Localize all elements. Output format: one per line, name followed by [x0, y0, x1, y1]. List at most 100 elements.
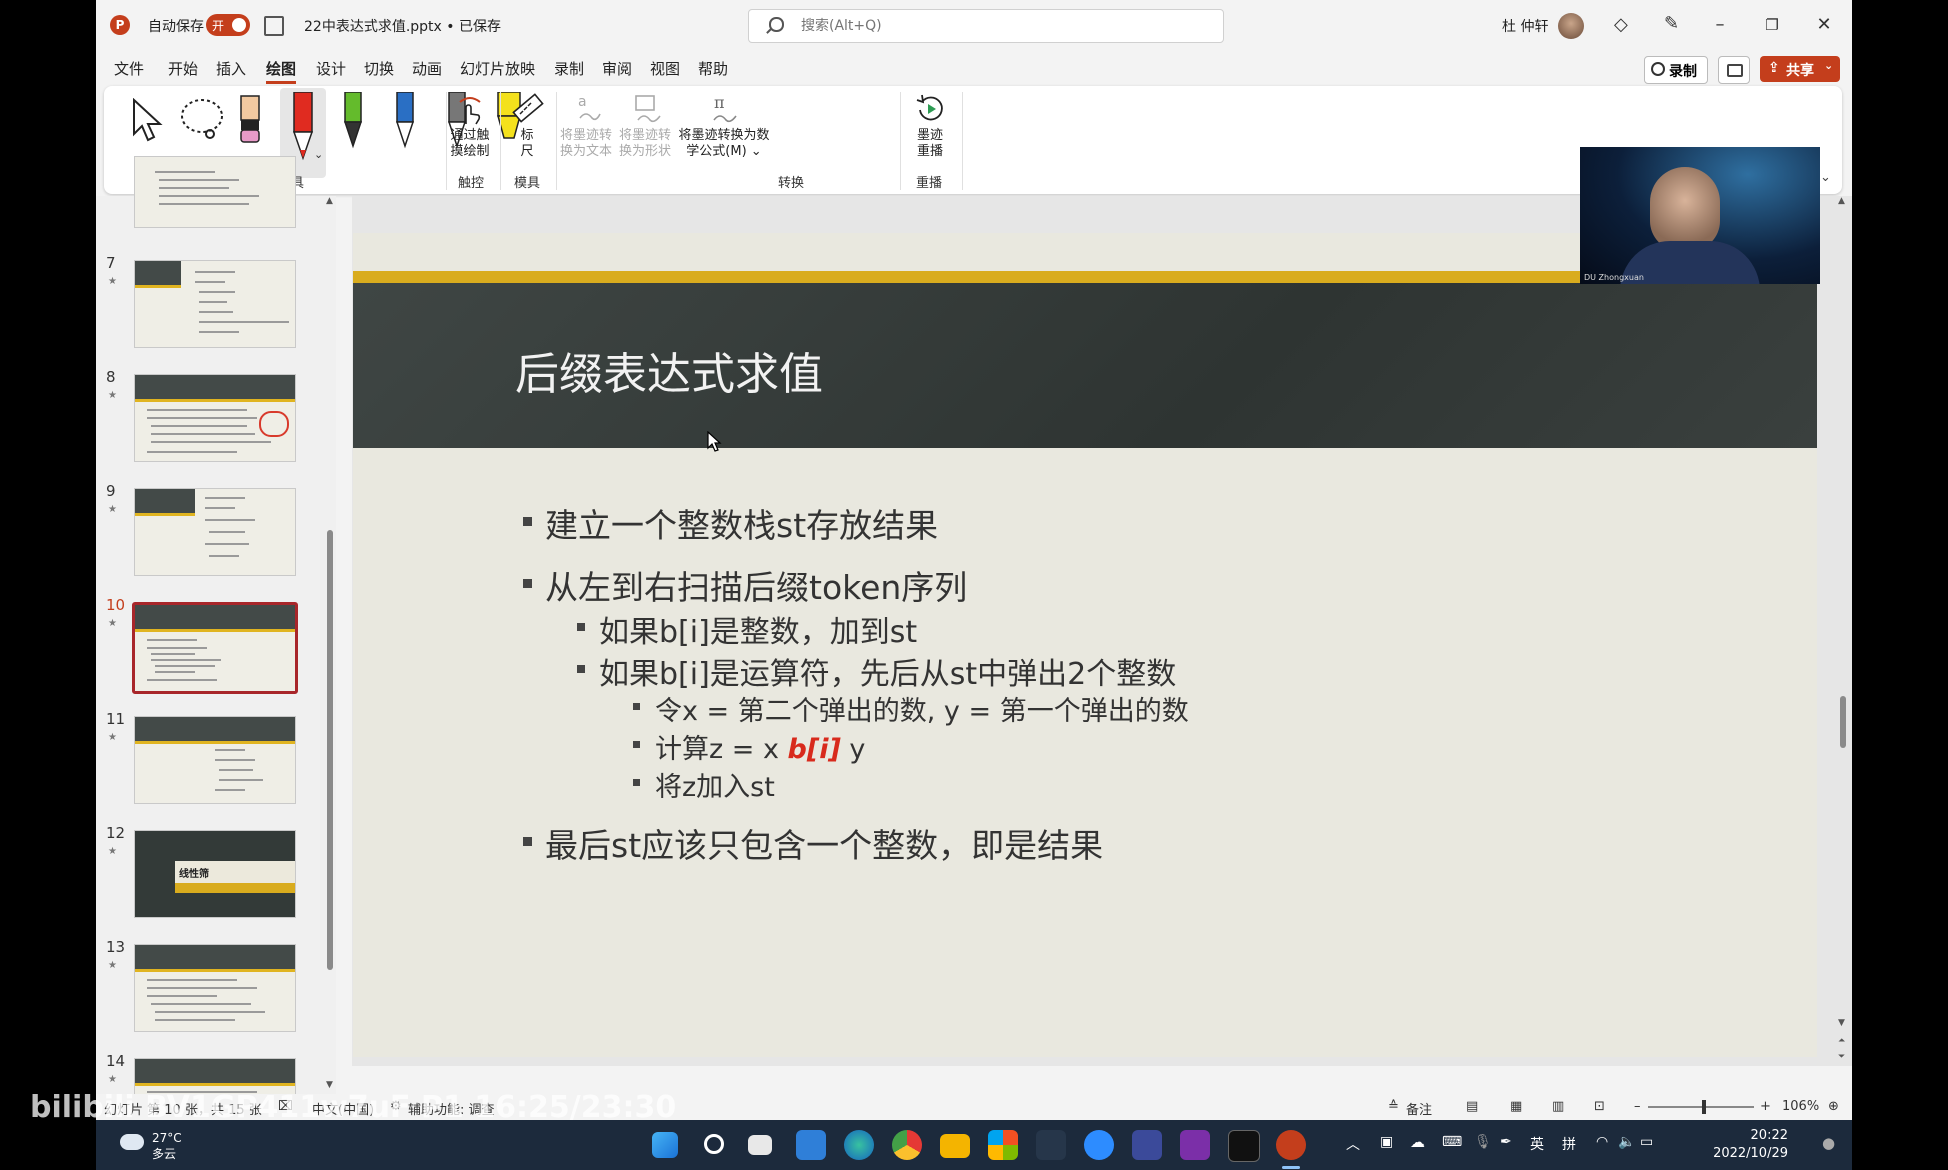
onedrive-icon[interactable]: ☁ [1410, 1133, 1425, 1151]
ink-to-math-button[interactable]: 将墨迹转换为数 学公式(M) ⌄ [674, 128, 774, 160]
notes-button[interactable]: 备注 [1406, 1099, 1432, 1118]
search-icon[interactable] [700, 1130, 730, 1160]
slide-thumbnail-7[interactable] [134, 260, 296, 348]
close-button[interactable]: ✕ [1804, 8, 1844, 42]
scroll-thumb[interactable] [327, 530, 333, 970]
scroll-thumb[interactable] [1840, 696, 1846, 748]
pen-icon[interactable]: ✎ [1664, 13, 1679, 34]
tray-app-icon[interactable]: ▣ [1380, 1134, 1393, 1150]
menu-help[interactable]: 帮助 [698, 58, 728, 79]
wifi-icon[interactable]: ◠ [1596, 1134, 1608, 1150]
comment-button[interactable] [1718, 56, 1750, 84]
ruler-button[interactable]: 标 尺 [512, 128, 542, 160]
pen-red-icon[interactable] [290, 92, 316, 164]
menu-view[interactable]: 视图 [650, 58, 680, 79]
start-icon[interactable] [652, 1132, 678, 1158]
pen-green-icon[interactable] [340, 92, 366, 154]
select-arrow-icon[interactable] [130, 98, 166, 142]
app-icon[interactable] [1036, 1130, 1066, 1160]
current-slide[interactable]: 后缀表达式求值 建立一个整数栈st存放结果 从左到右扫描后缀token序列 如果… [353, 233, 1817, 1057]
zoom-slider-thumb[interactable] [1702, 1100, 1706, 1114]
avatar[interactable] [1558, 13, 1584, 39]
slide-thumbnail-12[interactable]: 线性筛 [134, 830, 296, 918]
bullet-1[interactable]: 建立一个整数栈st存放结果 [523, 499, 938, 547]
slide-thumbnail-11[interactable] [134, 716, 296, 804]
onenote-icon[interactable] [1180, 1130, 1210, 1160]
save-icon[interactable] [264, 16, 284, 36]
menu-insert[interactable]: 插入 [216, 58, 246, 79]
ime-mode[interactable]: 拼 [1562, 1134, 1576, 1154]
minimize-button[interactable]: – [1700, 8, 1740, 42]
menu-design[interactable]: 设计 [316, 58, 346, 79]
search-input[interactable] [799, 16, 1183, 36]
zoom-level[interactable]: 106% [1782, 1099, 1819, 1114]
slide-title[interactable]: 后缀表达式求值 [515, 338, 823, 402]
slideshow-view-icon[interactable]: ⊡ [1594, 1099, 1605, 1114]
record-button[interactable]: 录制 [1644, 56, 1708, 84]
scroll-down-icon[interactable]: ▼ [326, 1080, 333, 1090]
ime-language[interactable]: 英 [1530, 1134, 1544, 1154]
diamond-icon[interactable]: ◇ [1614, 14, 1628, 35]
ink-replay-button[interactable]: 墨迹 重播 [910, 128, 950, 160]
reading-view-icon[interactable]: ▥ [1552, 1099, 1564, 1114]
slide-sorter-icon[interactable]: ▦ [1510, 1099, 1522, 1114]
menu-home[interactable]: 开始 [168, 58, 198, 79]
bullet-2-1[interactable]: 如果b[i]是整数，加到st [577, 607, 917, 651]
menu-record[interactable]: 录制 [554, 58, 584, 79]
eraser-icon[interactable] [238, 94, 262, 146]
menu-transitions[interactable]: 切换 [364, 58, 394, 79]
chevron-down-icon[interactable]: ⌄ [314, 148, 323, 161]
scroll-up-icon[interactable]: ▲ [1838, 196, 1845, 206]
edge-icon[interactable] [844, 1130, 874, 1160]
ink-replay-icon[interactable] [914, 92, 948, 126]
file-title[interactable]: 22中表达式求值.pptx • 已保存 [304, 16, 501, 36]
next-slide-icon[interactable]: ⏷ [1838, 1052, 1845, 1062]
chevron-down-icon[interactable]: ⌄ [488, 14, 498, 28]
scroll-down-icon[interactable]: ▼ [1838, 1018, 1845, 1028]
clock[interactable]: 20:22 2022/10/29 [1713, 1127, 1788, 1163]
thumbnail-scrollbar[interactable]: ▲ ▼ [324, 196, 336, 1096]
search-box[interactable] [748, 9, 1224, 43]
slide-scrollbar[interactable]: ▲ ▼ ⏶ ⏷ [1836, 196, 1850, 1076]
slide-thumbnail-9[interactable] [134, 488, 296, 576]
normal-view-icon[interactable]: ▤ [1466, 1099, 1478, 1114]
zoom-slider[interactable] [1648, 1100, 1754, 1114]
slide-thumbnail-8[interactable] [134, 374, 296, 462]
zoom-icon[interactable] [1084, 1130, 1114, 1160]
bullet-2-2[interactable]: 如果b[i]是运算符，先后从st中弹出2个整数 [577, 649, 1176, 693]
chrome-icon[interactable] [892, 1130, 922, 1160]
scroll-up-icon[interactable]: ▲ [326, 196, 333, 206]
menu-draw[interactable]: 绘图 [266, 58, 297, 84]
ink-to-math-icon[interactable]: π [708, 92, 742, 126]
share-button[interactable]: ⇪ 共享 ⌄ [1760, 56, 1840, 82]
terminal-icon[interactable] [1228, 1130, 1260, 1162]
powerpoint-taskbar-icon[interactable] [1276, 1130, 1306, 1160]
touch-draw-button[interactable]: 通过触 摸绘制 [448, 128, 492, 160]
file-explorer-icon[interactable] [940, 1134, 970, 1158]
restore-button[interactable]: ❐ [1752, 8, 1792, 42]
touch-draw-icon[interactable] [454, 94, 486, 126]
lasso-select-icon[interactable] [176, 96, 230, 144]
bullet-2[interactable]: 从左到右扫描后缀token序列 [523, 561, 967, 609]
store-icon[interactable] [988, 1130, 1018, 1160]
previous-slide-icon[interactable]: ⏶ [1838, 1036, 1845, 1046]
battery-icon[interactable]: ▭ [1640, 1134, 1653, 1150]
menu-review[interactable]: 审阅 [602, 58, 632, 79]
task-view-icon[interactable] [748, 1135, 772, 1155]
zoom-out-icon[interactable]: – [1634, 1099, 1641, 1114]
menu-slideshow[interactable]: 幻灯片放映 [460, 58, 535, 79]
ribbon-collapse-icon[interactable]: ⌄ [1820, 170, 1831, 185]
ink-to-shape-button[interactable]: 将墨迹转 换为形状 [616, 128, 674, 160]
volume-icon[interactable]: 🔈 [1618, 1134, 1635, 1150]
bullet-2-2-3[interactable]: 将z加入st [633, 765, 775, 804]
pen-blue-icon[interactable] [392, 92, 418, 154]
microphone-icon[interactable]: 🎙 [1474, 1134, 1492, 1150]
menu-animations[interactable]: 动画 [412, 58, 442, 79]
tray-chevron-icon[interactable]: ︿ [1346, 1134, 1360, 1154]
dev-app-icon[interactable] [1132, 1130, 1162, 1160]
zoom-in-icon[interactable]: + [1760, 1099, 1771, 1114]
keyboard-icon[interactable]: ⌨ [1442, 1134, 1462, 1150]
weather-widget[interactable]: 27°C 多云 [152, 1130, 182, 1162]
slide-thumbnail-10-selected[interactable] [132, 602, 298, 694]
pen-tray-icon[interactable]: ✒ [1500, 1134, 1512, 1150]
